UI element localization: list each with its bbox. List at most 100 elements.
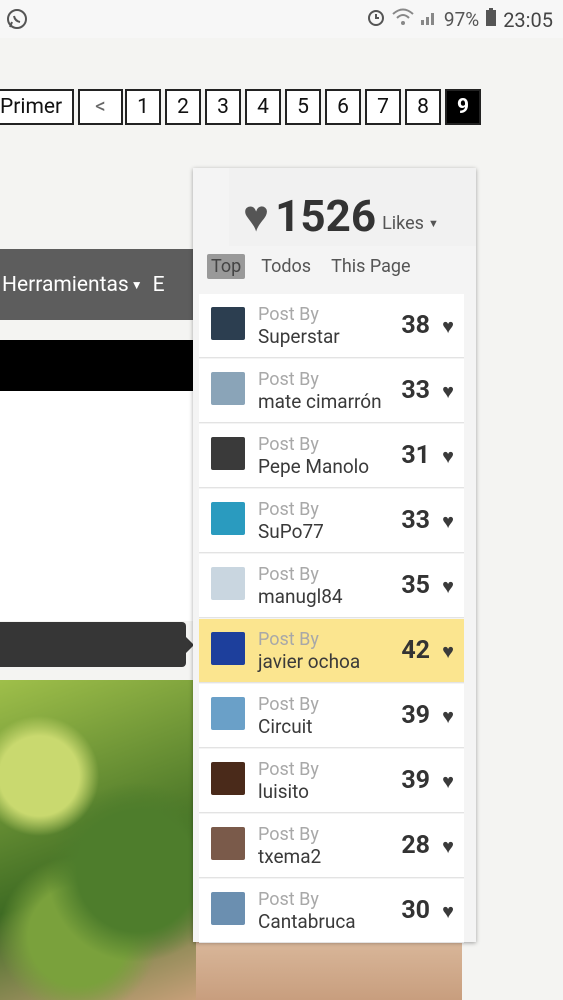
heart-icon: ♥ [442,574,454,598]
user-name[interactable]: manugl84 [258,585,343,608]
likes-panel: ♥ 1526 Likes ▼ Top Todos This Page Post By… [193,168,476,944]
list-item[interactable]: Post By javier ochoa 42 ♥ [199,619,464,683]
post-by-label: Post By [258,434,319,455]
avatar[interactable] [211,762,245,795]
avatar[interactable] [211,437,245,470]
dark-tooltip-bar [0,622,194,667]
page-5-button[interactable]: 5 [285,89,321,125]
list-item[interactable]: Post By manugl84 35 ♥ [199,554,464,618]
heart-icon: ♥ [243,190,270,242]
avatar[interactable] [211,307,245,340]
user-name[interactable]: mate cimarrón [258,390,382,413]
tab-this-page[interactable]: This Page [327,254,415,279]
post-image[interactable] [0,680,196,1000]
wifi-icon [392,8,414,31]
avatar[interactable] [211,827,245,860]
heart-icon: ♥ [442,444,454,468]
user-name[interactable]: txema2 [258,845,321,868]
likes-list: Post By Superstar 38 ♥ Post By mate cimarrón 3… [199,294,464,944]
page-7-button[interactable]: 7 [365,89,401,125]
list-item[interactable]: Post By txema2 28 ♥ [199,814,464,878]
previous-page-button[interactable]: < [78,89,123,125]
like-count: 33 [401,506,430,535]
post-by-label: Post By [258,369,319,390]
user-name[interactable]: javier ochoa [258,650,360,673]
post-by-label: Post By [258,889,319,910]
whatsapp-icon [6,8,28,35]
page-3-button[interactable]: 3 [205,89,241,125]
user-name[interactable]: Circuit [258,715,313,738]
like-count: 39 [401,701,430,730]
post-by-label: Post By [258,564,319,585]
list-item[interactable]: Post By Pepe Manolo 31 ♥ [199,424,464,488]
avatar[interactable] [211,697,245,730]
avatar[interactable] [211,372,245,405]
avatar[interactable] [211,892,245,925]
post-by-label: Post By [258,759,319,780]
signal-icon [420,8,438,31]
like-count: 42 [401,636,430,665]
page-8-button[interactable]: 8 [405,89,441,125]
avatar[interactable] [211,567,245,600]
first-page-button[interactable]: Primer [0,89,74,125]
heart-icon: ♥ [442,704,454,728]
user-name[interactable]: Pepe Manolo [258,455,369,478]
caret-down-icon: ▼ [427,217,439,230]
post-by-label: Post By [258,304,319,325]
post-image-edge [196,940,462,1000]
tab-todos[interactable]: Todos [257,254,315,279]
post-by-label: Post By [258,694,319,715]
list-item[interactable]: Post By Circuit 39 ♥ [199,684,464,748]
post-by-label: Post By [258,629,319,650]
post-by-label: Post By [258,499,319,520]
tab-top[interactable]: Top [207,254,246,279]
page-6-button[interactable]: 6 [325,89,361,125]
likes-count: 1526 [275,190,377,242]
list-item[interactable]: Post By Cantabruca 30 ♥ [199,879,464,943]
likes-tabs: Top Todos This Page [207,254,415,279]
nav-item-label: Herramientas [2,272,129,297]
user-name[interactable]: luisito [258,780,309,803]
likes-label: Likes [382,213,424,234]
heart-icon: ♥ [442,639,454,663]
like-count: 30 [401,896,430,925]
list-item[interactable]: Post By mate cimarrón 33 ♥ [199,359,464,423]
black-banner [0,340,193,391]
heart-icon: ♥ [442,899,454,923]
likes-header[interactable]: ♥ 1526 Likes ▼ [229,168,476,246]
avatar[interactable] [211,502,245,535]
user-name[interactable]: SuPo77 [258,520,324,543]
avatar[interactable] [211,632,245,665]
heart-icon: ♥ [442,379,454,403]
post-by-label: Post By [258,824,319,845]
like-count: 39 [401,766,430,795]
like-count: 31 [401,441,430,470]
like-count: 33 [401,376,430,405]
like-count: 28 [401,831,430,860]
heart-icon: ♥ [442,314,454,338]
caret-down-icon: ▼ [130,277,143,292]
page-1-button[interactable]: 1 [125,89,161,125]
like-count: 35 [401,571,430,600]
battery-percent: 97% [443,8,480,31]
like-count: 38 [401,311,430,340]
heart-icon: ♥ [442,769,454,793]
main-nav: Herramientas ▼ E [0,249,193,320]
user-name[interactable]: Cantabruca [258,910,356,933]
status-bar: 97% 23:05 [0,0,563,38]
clock: 23:05 [503,7,553,32]
nav-item-next[interactable]: E [153,273,165,297]
user-name[interactable]: Superstar [258,325,340,348]
alarm-icon [366,7,386,32]
list-item[interactable]: Post By Superstar 38 ♥ [199,294,464,358]
content-area [0,391,193,621]
nav-item-herramientas[interactable]: Herramientas ▼ [0,273,143,297]
heart-icon: ♥ [442,834,454,858]
page-4-button[interactable]: 4 [245,89,281,125]
list-item[interactable]: Post By SuPo77 33 ♥ [199,489,464,553]
list-item[interactable]: Post By luisito 39 ♥ [199,749,464,813]
page-2-button[interactable]: 2 [165,89,201,125]
page-9-button[interactable]: 9 [445,89,481,125]
heart-icon: ♥ [442,509,454,533]
pagination: Primer < 123456789 [0,86,485,128]
